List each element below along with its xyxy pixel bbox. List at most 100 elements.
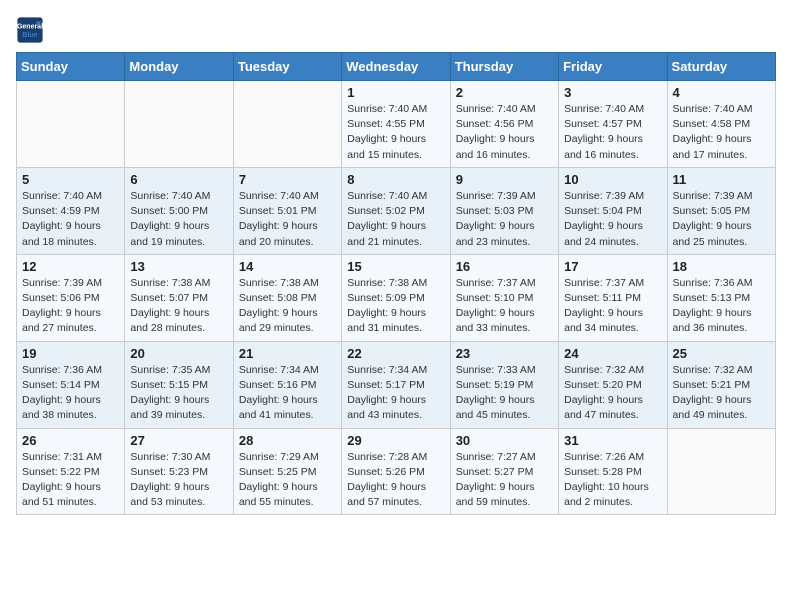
calendar-cell: 23 Sunrise: 7:33 AM Sunset: 5:19 PM Dayli…: [450, 341, 558, 428]
day-info: Sunrise: 7:38 AM Sunset: 5:09 PM Dayligh…: [347, 276, 444, 337]
logo: General Blue: [16, 16, 48, 44]
day-number: 18: [673, 259, 770, 274]
day-info: Sunrise: 7:40 AM Sunset: 4:56 PM Dayligh…: [456, 102, 553, 163]
day-info: Sunrise: 7:33 AM Sunset: 5:19 PM Dayligh…: [456, 363, 553, 424]
day-number: 9: [456, 172, 553, 187]
day-info: Sunrise: 7:36 AM Sunset: 5:13 PM Dayligh…: [673, 276, 770, 337]
calendar-cell: 14 Sunrise: 7:38 AM Sunset: 5:08 PM Dayli…: [233, 254, 341, 341]
calendar-cell: 15 Sunrise: 7:38 AM Sunset: 5:09 PM Dayli…: [342, 254, 450, 341]
calendar-cell: 5 Sunrise: 7:40 AM Sunset: 4:59 PM Daylig…: [17, 167, 125, 254]
day-number: 1: [347, 85, 444, 100]
calendar-cell: 9 Sunrise: 7:39 AM Sunset: 5:03 PM Daylig…: [450, 167, 558, 254]
day-info: Sunrise: 7:40 AM Sunset: 4:59 PM Dayligh…: [22, 189, 119, 250]
weekday-header-row: SundayMondayTuesdayWednesdayThursdayFrid…: [17, 53, 776, 81]
day-info: Sunrise: 7:38 AM Sunset: 5:07 PM Dayligh…: [130, 276, 227, 337]
page-header: General Blue: [16, 16, 776, 44]
calendar-cell: 28 Sunrise: 7:29 AM Sunset: 5:25 PM Dayli…: [233, 428, 341, 515]
day-number: 19: [22, 346, 119, 361]
day-number: 13: [130, 259, 227, 274]
day-number: 29: [347, 433, 444, 448]
calendar-cell: 8 Sunrise: 7:40 AM Sunset: 5:02 PM Daylig…: [342, 167, 450, 254]
day-info: Sunrise: 7:36 AM Sunset: 5:14 PM Dayligh…: [22, 363, 119, 424]
day-info: Sunrise: 7:37 AM Sunset: 5:11 PM Dayligh…: [564, 276, 661, 337]
calendar-cell: 13 Sunrise: 7:38 AM Sunset: 5:07 PM Dayli…: [125, 254, 233, 341]
day-number: 31: [564, 433, 661, 448]
calendar-body: 1Sunrise: 7:40 AM Sunset: 4:55 PM Daylig…: [17, 81, 776, 515]
calendar-cell: 1Sunrise: 7:40 AM Sunset: 4:55 PM Daylig…: [342, 81, 450, 168]
calendar-week-row: 12 Sunrise: 7:39 AM Sunset: 5:06 PM Dayli…: [17, 254, 776, 341]
weekday-header-cell: Monday: [125, 53, 233, 81]
day-info: Sunrise: 7:28 AM Sunset: 5:26 PM Dayligh…: [347, 450, 444, 511]
calendar-cell: [125, 81, 233, 168]
calendar-cell: 29 Sunrise: 7:28 AM Sunset: 5:26 PM Dayli…: [342, 428, 450, 515]
calendar-week-row: 19 Sunrise: 7:36 AM Sunset: 5:14 PM Dayli…: [17, 341, 776, 428]
day-info: Sunrise: 7:40 AM Sunset: 5:02 PM Dayligh…: [347, 189, 444, 250]
day-number: 17: [564, 259, 661, 274]
day-number: 12: [22, 259, 119, 274]
day-number: 24: [564, 346, 661, 361]
calendar-cell: 18 Sunrise: 7:36 AM Sunset: 5:13 PM Dayli…: [667, 254, 775, 341]
calendar-cell: 17 Sunrise: 7:37 AM Sunset: 5:11 PM Dayli…: [559, 254, 667, 341]
calendar-cell: 16 Sunrise: 7:37 AM Sunset: 5:10 PM Dayli…: [450, 254, 558, 341]
calendar-cell: 3 Sunrise: 7:40 AM Sunset: 4:57 PM Daylig…: [559, 81, 667, 168]
weekday-header-cell: Sunday: [17, 53, 125, 81]
calendar-week-row: 26Sunrise: 7:31 AM Sunset: 5:22 PM Dayli…: [17, 428, 776, 515]
day-info: Sunrise: 7:40 AM Sunset: 5:00 PM Dayligh…: [130, 189, 227, 250]
calendar-cell: 22 Sunrise: 7:34 AM Sunset: 5:17 PM Dayli…: [342, 341, 450, 428]
day-info: Sunrise: 7:32 AM Sunset: 5:20 PM Dayligh…: [564, 363, 661, 424]
day-info: Sunrise: 7:38 AM Sunset: 5:08 PM Dayligh…: [239, 276, 336, 337]
day-number: 8: [347, 172, 444, 187]
day-number: 2: [456, 85, 553, 100]
day-number: 25: [673, 346, 770, 361]
calendar-cell: 26Sunrise: 7:31 AM Sunset: 5:22 PM Dayli…: [17, 428, 125, 515]
day-info: Sunrise: 7:40 AM Sunset: 4:57 PM Dayligh…: [564, 102, 661, 163]
calendar-cell: 2 Sunrise: 7:40 AM Sunset: 4:56 PM Daylig…: [450, 81, 558, 168]
day-number: 11: [673, 172, 770, 187]
day-number: 7: [239, 172, 336, 187]
calendar-cell: 30Sunrise: 7:27 AM Sunset: 5:27 PM Dayli…: [450, 428, 558, 515]
day-number: 22: [347, 346, 444, 361]
calendar-cell: 24 Sunrise: 7:32 AM Sunset: 5:20 PM Dayli…: [559, 341, 667, 428]
calendar-cell: [17, 81, 125, 168]
calendar-week-row: 5 Sunrise: 7:40 AM Sunset: 4:59 PM Daylig…: [17, 167, 776, 254]
day-number: 14: [239, 259, 336, 274]
day-number: 27: [130, 433, 227, 448]
day-info: Sunrise: 7:40 AM Sunset: 5:01 PM Dayligh…: [239, 189, 336, 250]
weekday-header-cell: Wednesday: [342, 53, 450, 81]
day-number: 21: [239, 346, 336, 361]
day-info: Sunrise: 7:34 AM Sunset: 5:17 PM Dayligh…: [347, 363, 444, 424]
weekday-header-cell: Tuesday: [233, 53, 341, 81]
day-number: 6: [130, 172, 227, 187]
calendar-cell: 27Sunrise: 7:30 AM Sunset: 5:23 PM Dayli…: [125, 428, 233, 515]
day-info: Sunrise: 7:39 AM Sunset: 5:04 PM Dayligh…: [564, 189, 661, 250]
calendar-cell: 20Sunrise: 7:35 AM Sunset: 5:15 PM Dayli…: [125, 341, 233, 428]
day-number: 10: [564, 172, 661, 187]
day-number: 4: [673, 85, 770, 100]
calendar-cell: [667, 428, 775, 515]
day-number: 15: [347, 259, 444, 274]
day-info: Sunrise: 7:40 AM Sunset: 4:58 PM Dayligh…: [673, 102, 770, 163]
calendar-cell: 25Sunrise: 7:32 AM Sunset: 5:21 PM Dayli…: [667, 341, 775, 428]
svg-text:Blue: Blue: [22, 32, 37, 39]
day-number: 3: [564, 85, 661, 100]
day-number: 5: [22, 172, 119, 187]
day-info: Sunrise: 7:34 AM Sunset: 5:16 PM Dayligh…: [239, 363, 336, 424]
day-info: Sunrise: 7:37 AM Sunset: 5:10 PM Dayligh…: [456, 276, 553, 337]
weekday-header-cell: Friday: [559, 53, 667, 81]
day-number: 20: [130, 346, 227, 361]
logo-icon: General Blue: [16, 16, 44, 44]
calendar-cell: 12 Sunrise: 7:39 AM Sunset: 5:06 PM Dayli…: [17, 254, 125, 341]
day-info: Sunrise: 7:26 AM Sunset: 5:28 PM Dayligh…: [564, 450, 661, 511]
day-info: Sunrise: 7:39 AM Sunset: 5:03 PM Dayligh…: [456, 189, 553, 250]
calendar-week-row: 1Sunrise: 7:40 AM Sunset: 4:55 PM Daylig…: [17, 81, 776, 168]
calendar-cell: 7 Sunrise: 7:40 AM Sunset: 5:01 PM Daylig…: [233, 167, 341, 254]
day-info: Sunrise: 7:39 AM Sunset: 5:06 PM Dayligh…: [22, 276, 119, 337]
day-number: 28: [239, 433, 336, 448]
day-number: 16: [456, 259, 553, 274]
calendar-cell: 11 Sunrise: 7:39 AM Sunset: 5:05 PM Dayli…: [667, 167, 775, 254]
day-number: 26: [22, 433, 119, 448]
weekday-header-cell: Saturday: [667, 53, 775, 81]
day-info: Sunrise: 7:39 AM Sunset: 5:05 PM Dayligh…: [673, 189, 770, 250]
day-number: 23: [456, 346, 553, 361]
day-info: Sunrise: 7:29 AM Sunset: 5:25 PM Dayligh…: [239, 450, 336, 511]
